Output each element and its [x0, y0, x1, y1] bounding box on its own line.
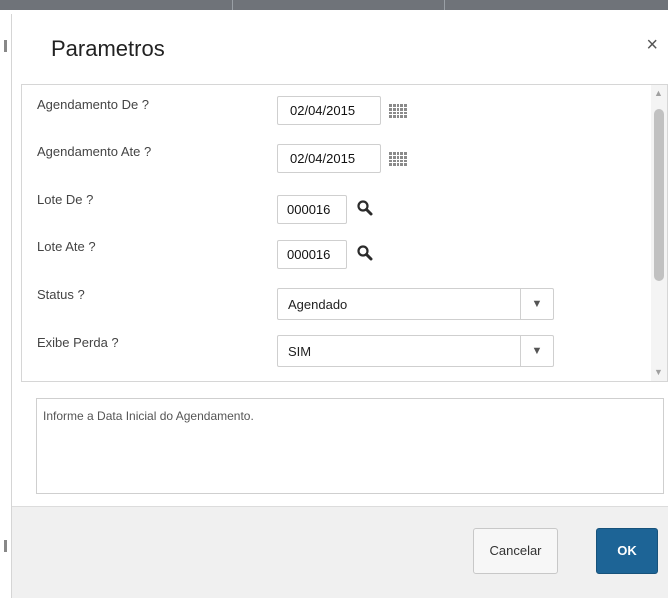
exibe-perda-select[interactable]: SIM ▼	[277, 335, 554, 367]
calendar-icon[interactable]	[389, 152, 407, 166]
background-mark	[4, 40, 7, 52]
chevron-down-icon[interactable]: ▼	[520, 289, 553, 319]
ok-button[interactable]: OK	[596, 528, 658, 574]
close-icon[interactable]: ×	[646, 34, 658, 57]
param-label-status: Status ?	[37, 287, 85, 302]
scroll-up-icon[interactable]: ▲	[654, 88, 663, 98]
agendamento-ate-input[interactable]: 02/04/2015	[277, 144, 381, 173]
search-icon[interactable]	[356, 199, 374, 217]
param-label-agendamento-de: Agendamento De ?	[37, 97, 150, 112]
background-app-edge	[0, 10, 11, 598]
screen: Parametros × Agendamento De ? 02/04/2015…	[0, 0, 668, 598]
exibe-perda-select-value: SIM	[288, 344, 312, 359]
chevron-down-icon[interactable]: ▼	[520, 336, 553, 366]
param-label-lote-ate: Lote Ate ?	[37, 239, 96, 254]
dialog-title: Parametros	[51, 36, 165, 61]
dialog-footer: Cancelar OK	[12, 506, 668, 598]
param-label-exibe-perda: Exibe Perda ?	[37, 335, 119, 350]
param-label-lote-de: Lote De ?	[37, 192, 94, 207]
scroll-down-icon[interactable]: ▼	[654, 367, 663, 377]
status-select[interactable]: Agendado ▼	[277, 288, 554, 320]
scrollbar-thumb[interactable]	[654, 109, 664, 281]
background-app-bar	[0, 0, 668, 10]
cancel-button[interactable]: Cancelar	[473, 528, 558, 574]
lote-ate-input[interactable]: 000016	[277, 240, 347, 269]
calendar-icon[interactable]	[389, 104, 407, 118]
lote-de-input[interactable]: 000016	[277, 195, 347, 224]
status-select-value: Agendado	[288, 297, 348, 312]
agendamento-de-input[interactable]: 02/04/2015	[277, 96, 381, 125]
parametros-dialog: Parametros × Agendamento De ? 02/04/2015…	[11, 14, 668, 598]
scrollbar[interactable]: ▲ ▼	[651, 85, 667, 381]
params-panel: Agendamento De ? 02/04/2015 Agendamento …	[21, 84, 668, 382]
help-text: Informe a Data Inicial do Agendamento.	[43, 409, 254, 423]
background-column-divider	[444, 0, 445, 10]
dialog-header: Parametros ×	[12, 14, 668, 84]
help-textbox[interactable]: Informe a Data Inicial do Agendamento.	[36, 398, 664, 494]
param-label-agendamento-ate: Agendamento Ate ?	[37, 144, 152, 159]
background-column-divider	[232, 0, 233, 10]
search-icon[interactable]	[356, 244, 374, 262]
background-mark	[4, 540, 7, 552]
